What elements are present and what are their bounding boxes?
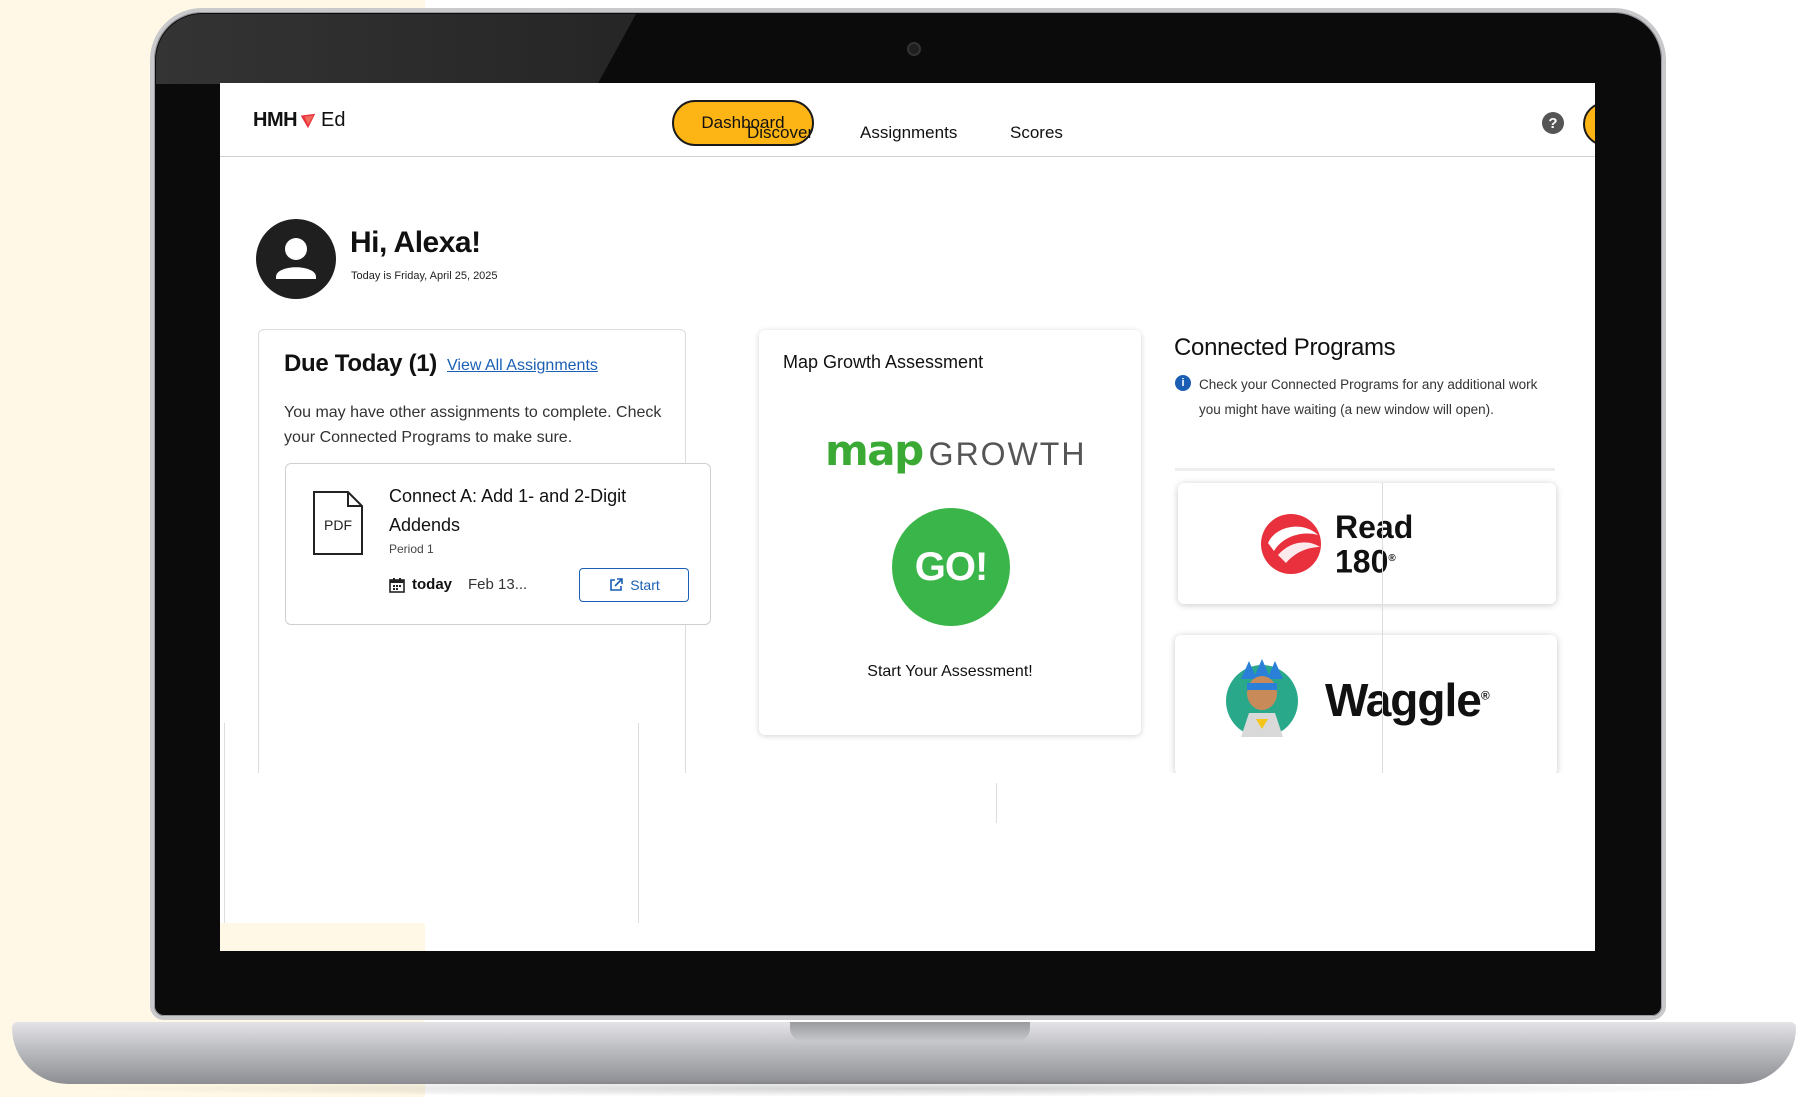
due-date: Feb 13... [468,576,528,593]
assignment-title[interactable]: Connect A: Add 1- and 2-Digit Addends [389,482,689,540]
map-growth-card: Map Growth Assessment map GROWTH GO! Sta… [759,330,1141,735]
due-today-title: Due Today (1) [284,350,438,377]
divider [224,723,225,923]
user-avatar [256,219,336,299]
pdf-file-icon: PDF [313,491,363,555]
tab-scores[interactable]: Scores [1010,123,1063,143]
hmh-logo-mark-icon [300,113,316,128]
growth-logo-text: GROWTH [928,436,1087,472]
read-180-name: Read 180® [1335,511,1413,578]
map-growth-logo: map GROWTH [825,426,1086,475]
person-icon [276,238,316,279]
registered-mark: ® [1388,553,1396,564]
waggle-label: Waggle [1325,674,1482,726]
assignment-period: Period 1 [389,542,434,556]
user-menu-avatar[interactable] [1583,102,1595,146]
laptop-notch [790,1022,1030,1042]
waggle-program-card[interactable]: Waggle® [1175,635,1557,775]
go-button[interactable]: GO! [892,508,1010,626]
tab-assignments[interactable]: Assignments [860,123,957,143]
assignment-card[interactable]: PDF Connect A: Add 1- and 2-Digit Addend… [285,463,711,625]
connected-programs-info: Check your Connected Programs for any ad… [1199,377,1538,417]
start-assessment-text[interactable]: Start Your Assessment! [759,663,1141,681]
external-link-icon [610,578,624,591]
divider [996,783,997,823]
content-fade [220,773,1595,923]
info-icon: i [1175,375,1191,391]
read-180-line1: Read [1335,509,1414,545]
due-today-message: You may have other assignments to comple… [284,404,662,446]
hmh-ed-logo[interactable]: HMH Ed [253,109,346,132]
calendar-icon [389,578,405,593]
start-button-label: Start [630,577,660,593]
pdf-label: PDF [324,517,352,533]
app-screen: HMH Ed Dashboard Discover Assignments Sc… [220,83,1595,951]
webcam-icon [907,42,921,56]
logo-ed-text: Ed [321,109,346,131]
waggle-name: Waggle® [1325,673,1490,727]
greeting-title: Hi, Alexa! [350,226,481,259]
map-growth-title: Map Growth Assessment [783,352,984,372]
logo-hmh-text: HMH [253,109,298,131]
read-180-program-card[interactable]: Read 180® [1178,483,1556,604]
greeting-date: Today is Friday, April 25, 2025 [351,270,498,282]
tab-discover[interactable]: Discover [747,123,813,143]
registered-mark: ® [1480,688,1490,703]
view-all-assignments-link[interactable]: View All Assignments [447,357,598,375]
read-180-number: 180 [1335,543,1389,580]
read-180-logo-icon [1261,514,1321,574]
divider [1382,483,1383,773]
laptop-glare [156,14,636,84]
laptop-shadow [60,1080,1760,1097]
due-today-card: Due Today (1) View All Assignments You m… [258,329,711,789]
divider [638,723,639,923]
map-logo-text: map [825,426,924,475]
page-background-strip [220,923,425,951]
divider [1175,468,1555,471]
read-180-line2: 180® [1335,543,1413,578]
connected-programs-title: Connected Programs [1174,334,1396,361]
start-assignment-button[interactable]: Start [579,568,689,602]
due-when: today [412,576,453,593]
waggle-character-icon [1226,659,1298,737]
top-nav: HMH Ed Dashboard Discover Assignments Sc… [220,83,1595,157]
help-icon[interactable]: ? [1542,112,1564,134]
